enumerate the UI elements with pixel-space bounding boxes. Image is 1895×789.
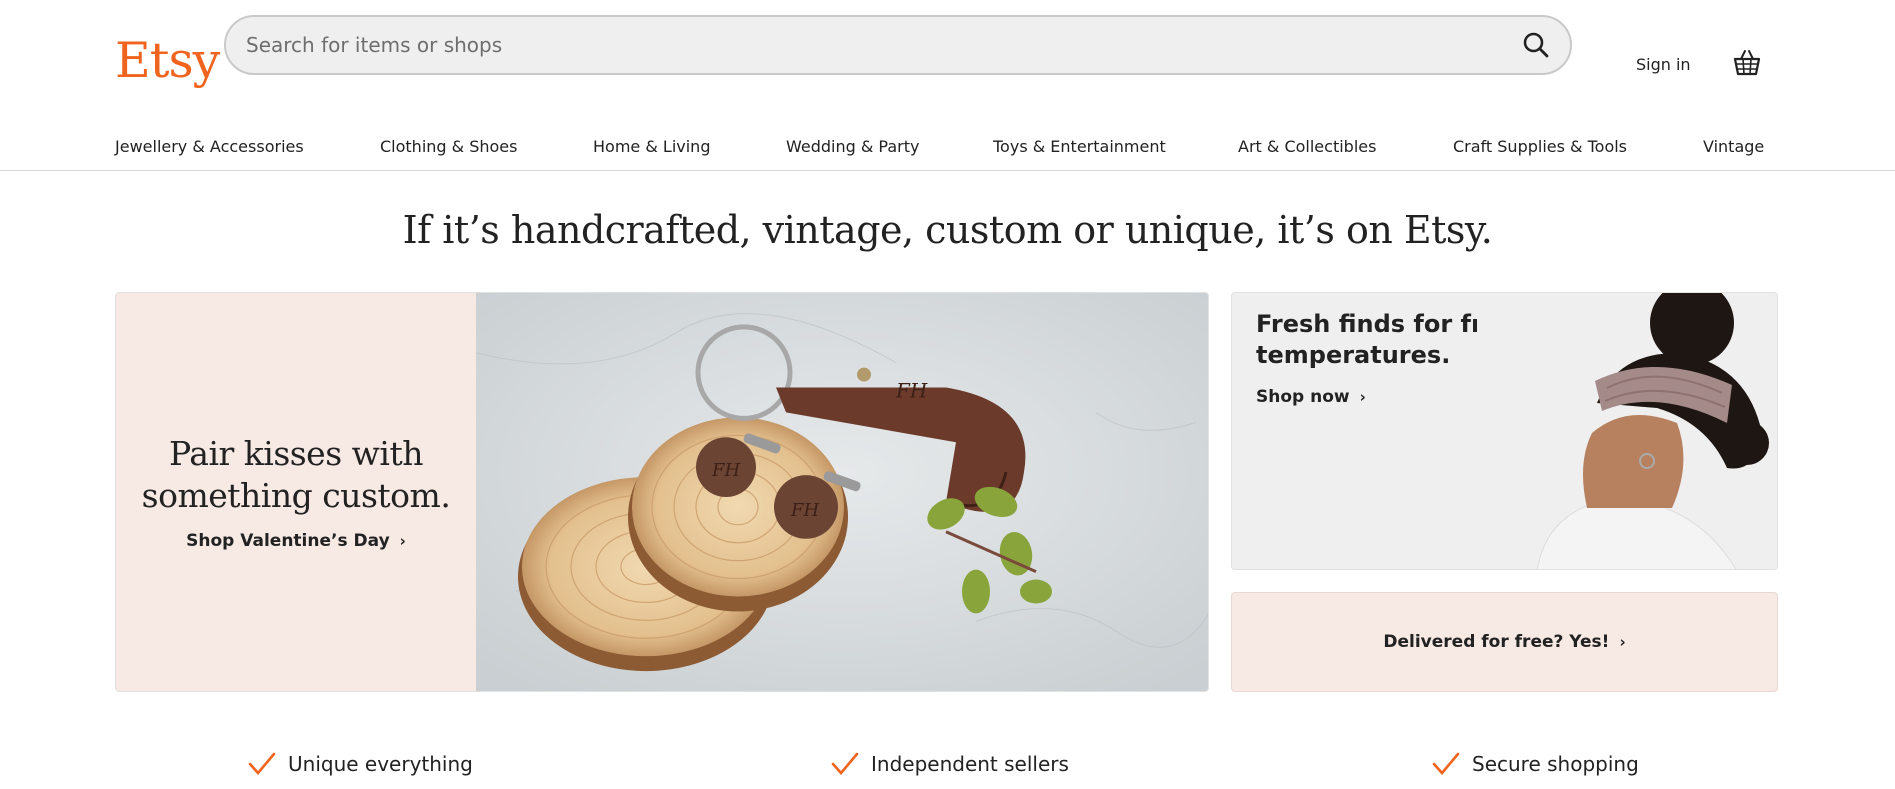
shop-now-label: Shop now — [1256, 387, 1350, 407]
svg-text:FH: FH — [711, 460, 741, 481]
cart-icon — [1733, 50, 1761, 76]
search-input[interactable] — [246, 17, 1446, 73]
hero-title-line2: something custom. — [141, 476, 451, 515]
feature-secure: Secure shopping — [1432, 752, 1639, 776]
sign-in-link[interactable]: Sign in — [1636, 55, 1691, 74]
feature-unique-title: Unique everything — [288, 752, 473, 776]
hero-title: Pair kisses with something custom. — [116, 433, 476, 517]
promo-card-frosty[interactable]: Fresh finds for frosty temperatures. Sho… — [1231, 292, 1778, 570]
checkmark-icon — [831, 752, 859, 775]
free-delivery-label: Delivered for free? Yes! — [1383, 632, 1610, 652]
svg-text:FH: FH — [895, 379, 928, 403]
nav-item-clothing[interactable]: Clothing & Shoes — [380, 137, 517, 156]
free-delivery-link: Delivered for free? Yes! › — [1232, 632, 1777, 652]
shop-now-link[interactable]: Shop now › — [1256, 387, 1366, 407]
chevron-right-icon: › — [1359, 388, 1366, 406]
nav-item-art[interactable]: Art & Collectibles — [1238, 137, 1376, 156]
search-bar — [224, 15, 1572, 75]
svg-text:FH: FH — [790, 500, 820, 521]
feature-secure-title: Secure shopping — [1472, 752, 1639, 776]
hero-banner[interactable]: Pair kisses with something custom. Shop … — [115, 292, 1209, 692]
etsy-logo[interactable]: Etsy — [115, 36, 220, 85]
checkmark-icon — [248, 752, 276, 775]
nav-item-home[interactable]: Home & Living — [593, 137, 710, 156]
shop-valentines-link[interactable]: Shop Valentine’s Day › — [116, 531, 476, 551]
feature-independent-title: Independent sellers — [871, 752, 1069, 776]
hero-product-image: FH FH FH — [476, 293, 1208, 691]
checkmark-icon — [1432, 752, 1460, 775]
category-nav: Jewellery & Accessories Clothing & Shoes… — [0, 130, 1895, 171]
feature-independent: Independent sellers — [831, 752, 1069, 776]
search-icon — [1523, 32, 1549, 58]
chevron-right-icon: › — [399, 532, 406, 550]
hero-text-panel: Pair kisses with something custom. Shop … — [116, 293, 476, 691]
cart-button[interactable] — [1732, 48, 1762, 78]
promo-model-image — [1477, 293, 1777, 569]
search-button[interactable] — [1516, 25, 1556, 65]
hero-title-line1: Pair kisses with — [169, 434, 423, 473]
nav-item-wedding[interactable]: Wedding & Party — [786, 137, 919, 156]
nav-item-toys[interactable]: Toys & Entertainment — [993, 137, 1166, 156]
nav-item-jewellery[interactable]: Jewellery & Accessories — [115, 137, 304, 156]
nav-item-vintage[interactable]: Vintage — [1703, 137, 1764, 156]
chevron-right-icon: › — [1619, 633, 1626, 651]
shop-valentines-label: Shop Valentine’s Day — [186, 531, 390, 551]
promo-card-free-delivery[interactable]: Delivered for free? Yes! › — [1231, 592, 1778, 692]
nav-item-craft[interactable]: Craft Supplies & Tools — [1453, 137, 1627, 156]
feature-unique: Unique everything — [248, 752, 473, 776]
page-tagline: If it’s handcrafted, vintage, custom or … — [402, 208, 1493, 252]
